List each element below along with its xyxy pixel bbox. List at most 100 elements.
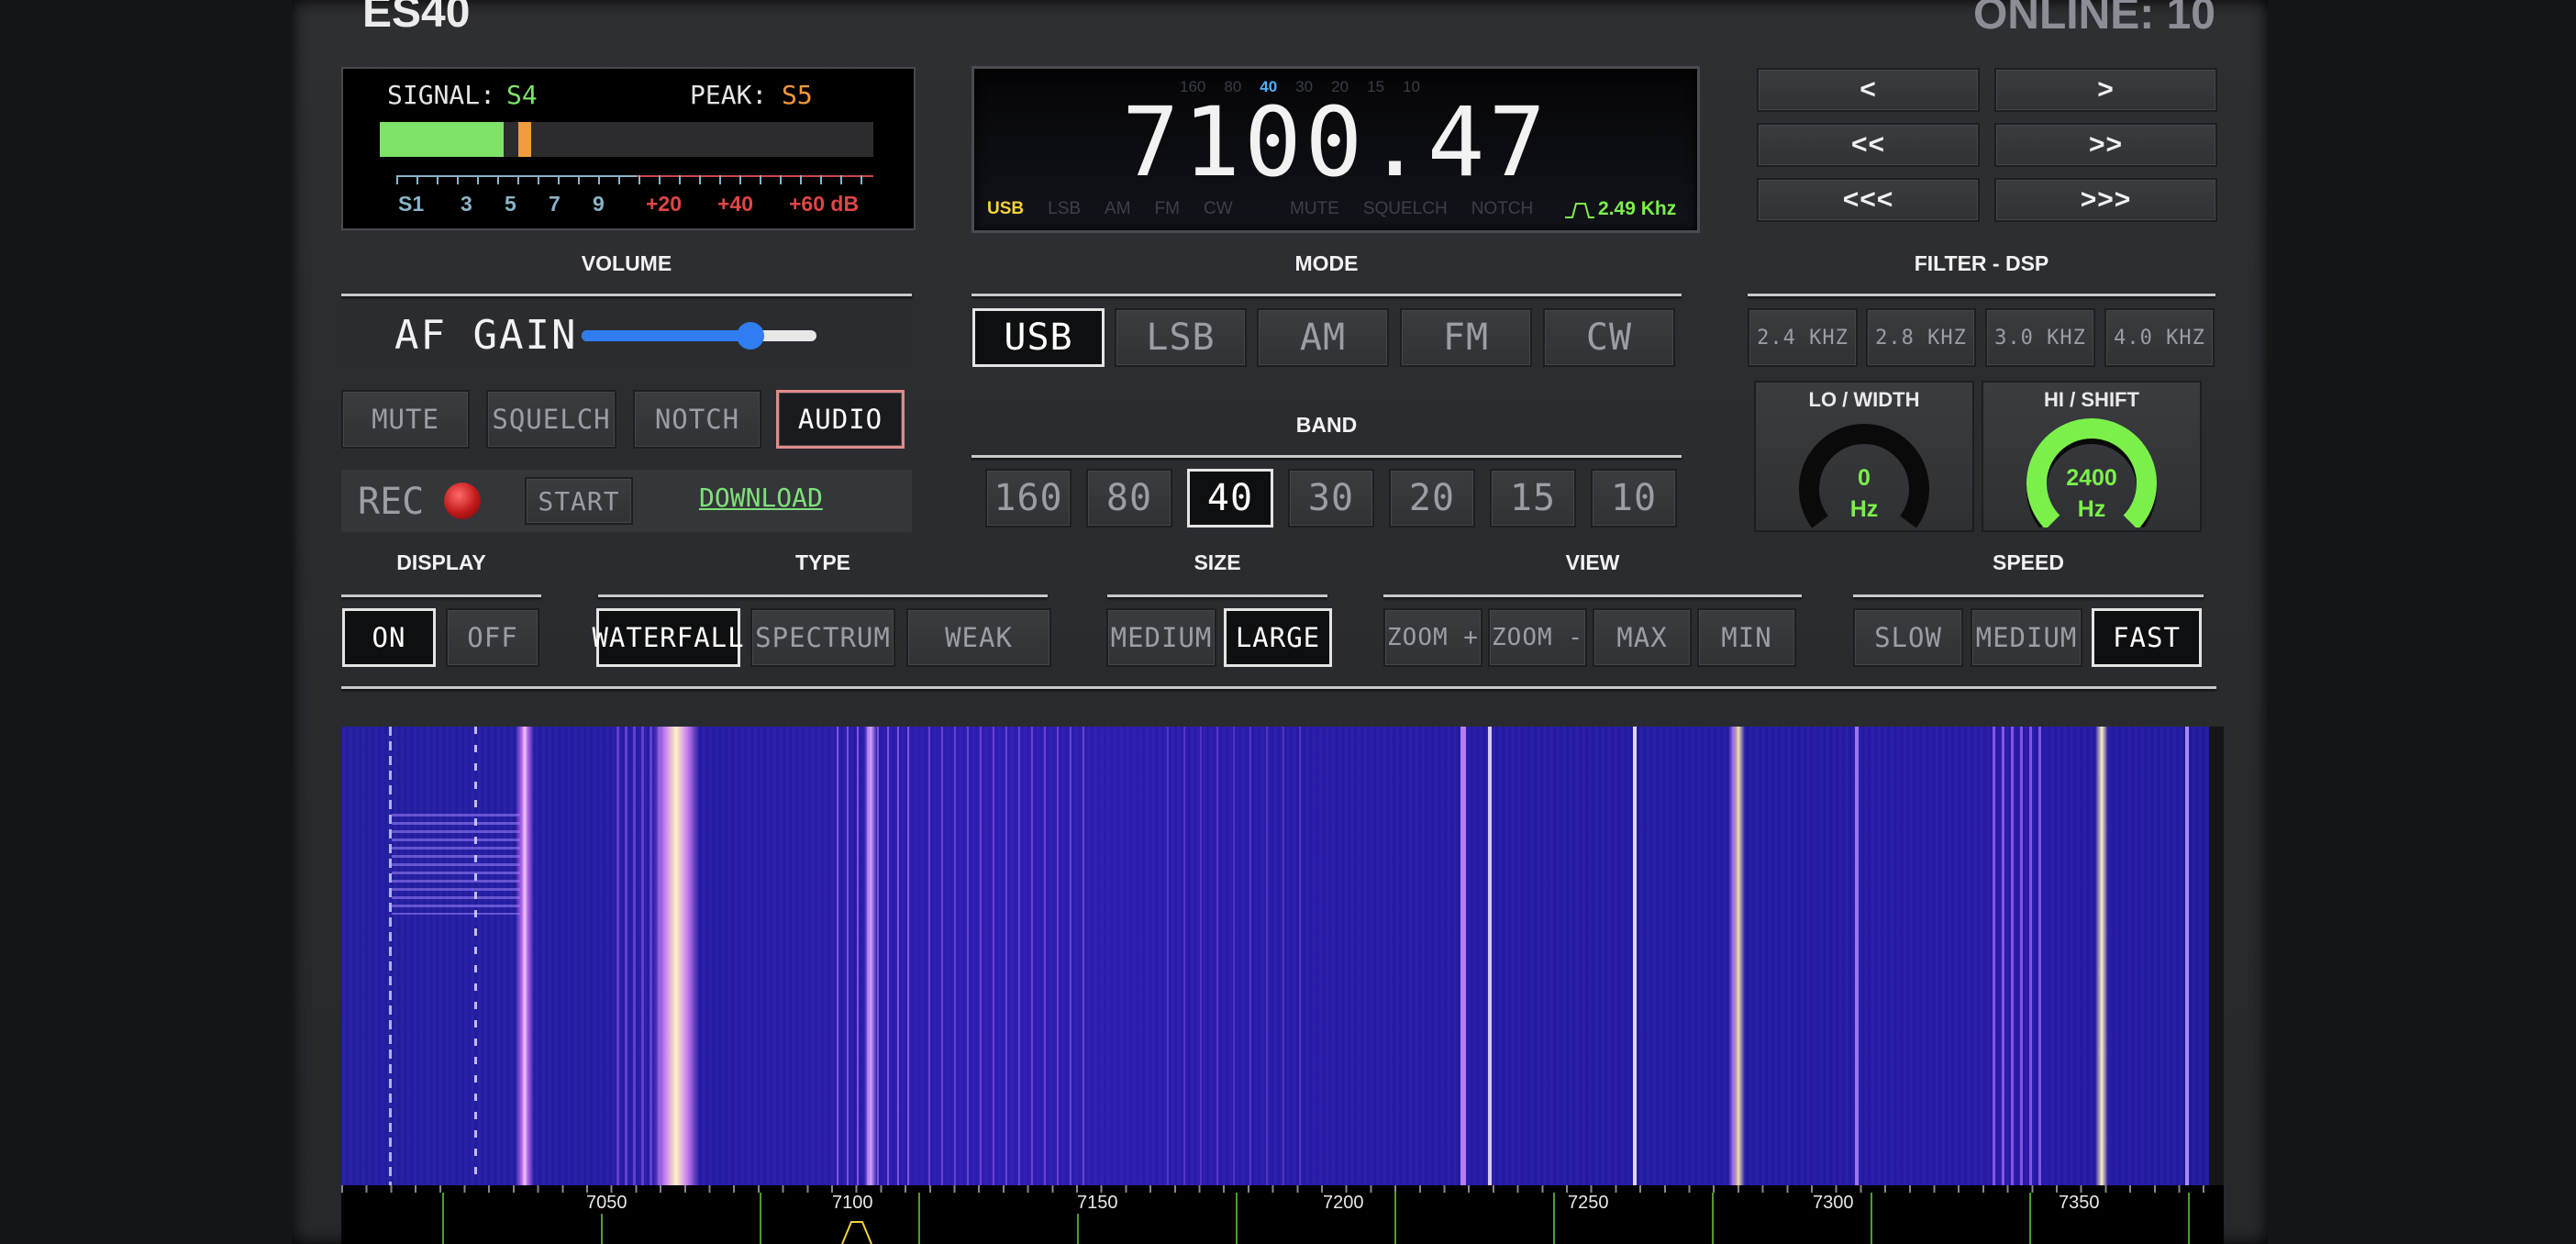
signal-cluster: [1167, 727, 1314, 1185]
flag-mini-notch: NOTCH: [1471, 199, 1534, 218]
signal-bar: [380, 122, 504, 157]
peak-value: S5: [782, 80, 813, 110]
type-weak-button[interactable]: WEAK: [906, 608, 1051, 667]
mode-mini-lsb: LSB: [1048, 199, 1082, 218]
carrier-trace: [474, 727, 477, 1185]
scale-ticks: [341, 1185, 2213, 1193]
frequency-scale[interactable]: 7050 7100 7150 7200 7250 7300 7350: [341, 1185, 2224, 1244]
strong-carrier: [2095, 727, 2108, 1185]
filter-shape-icon: [1565, 203, 1594, 218]
mode-usb-button[interactable]: USB: [972, 308, 1105, 367]
meter-ticks: [396, 175, 873, 184]
speed-fast-button[interactable]: FAST: [2092, 608, 2202, 667]
type-waterfall-button[interactable]: WATERFALL: [592, 608, 744, 667]
hi-shift-value: 2400: [2066, 465, 2117, 491]
waterfall-display[interactable]: [341, 727, 2224, 1185]
band-20-button[interactable]: 20: [1389, 469, 1475, 528]
tune-down-large-button[interactable]: <<<: [1757, 178, 1980, 222]
band-10-button[interactable]: 10: [1591, 469, 1677, 528]
mode-lsb-button[interactable]: LSB: [1115, 308, 1247, 367]
carrier-trace: [1633, 727, 1637, 1185]
band-160-button[interactable]: 160: [985, 469, 1071, 528]
tuning-marker-icon[interactable]: [838, 1213, 875, 1244]
peak-label: PEAK:: [690, 80, 768, 110]
speed-medium-button[interactable]: MEDIUM: [1971, 608, 2082, 667]
flag-mini-indicators: MUTE SQUELCH NOTCH: [1290, 199, 1533, 219]
tune-up-medium-button[interactable]: >>: [1994, 123, 2217, 167]
waterfall-divider: [341, 686, 2216, 689]
squelch-button[interactable]: SQUELCH: [486, 390, 616, 449]
filter-4-0-button[interactable]: 4.0 KHZ: [2104, 308, 2215, 367]
zoom-out-button[interactable]: ZOOM -: [1488, 608, 1587, 667]
s-meter: SIGNAL: S4 PEAK: S5 S1 3 5 7 9 +20 +40 +…: [341, 67, 916, 230]
strong-carrier: [1732, 727, 1745, 1185]
tune-up-large-button[interactable]: >>>: [1994, 178, 2217, 222]
meter-scale-20: +20: [646, 192, 683, 216]
scale-label-7250: 7250: [1566, 1193, 1611, 1214]
size-header: SIZE: [1194, 550, 1241, 574]
scale-label-7100: 7100: [830, 1193, 875, 1214]
carrier-trace: [1460, 727, 1466, 1185]
band-header: BAND: [1295, 413, 1358, 437]
size-large-button[interactable]: LARGE: [1224, 608, 1332, 667]
volume-divider: [341, 294, 912, 296]
scale-label-7300: 7300: [1811, 1193, 1856, 1214]
af-gain-thumb[interactable]: [737, 322, 765, 350]
download-link[interactable]: DOWNLOAD: [699, 483, 823, 513]
band-15-button[interactable]: 15: [1490, 469, 1576, 528]
hi-shift-control[interactable]: HI / SHIFT 2400 Hz: [1982, 381, 2202, 532]
signal-trace: [864, 727, 877, 1185]
zoom-in-button[interactable]: ZOOM +: [1383, 608, 1482, 667]
mode-am-button[interactable]: AM: [1257, 308, 1389, 367]
hi-shift-title: HI / SHIFT: [2044, 388, 2139, 411]
lo-width-control[interactable]: LO / WIDTH 0 Hz: [1754, 381, 1974, 532]
type-spectrum-button[interactable]: SPECTRUM: [750, 608, 895, 667]
mode-fm-button[interactable]: FM: [1400, 308, 1532, 367]
tune-down-small-button[interactable]: <: [1757, 68, 1980, 112]
type-divider: [598, 594, 1048, 597]
strong-signal: [653, 727, 699, 1185]
band-30-button[interactable]: 30: [1288, 469, 1374, 528]
display-off-button[interactable]: OFF: [446, 608, 539, 667]
station-title: ES40: [362, 0, 471, 37]
carrier-trace: [1488, 727, 1492, 1185]
filter-3-0-button[interactable]: 3.0 KHZ: [1985, 308, 2095, 367]
meter-scale-9: 9: [593, 192, 605, 216]
scale-label-7200: 7200: [1321, 1193, 1366, 1214]
meter-scale-60: +60 dB: [789, 192, 860, 216]
record-icon[interactable]: [444, 483, 481, 519]
mode-cw-button[interactable]: CW: [1543, 308, 1675, 367]
filter-2-8-button[interactable]: 2.8 KHZ: [1866, 308, 1976, 367]
view-min-button[interactable]: MIN: [1697, 608, 1796, 667]
mode-mini-cw: CW: [1203, 199, 1233, 218]
tune-down-medium-button[interactable]: <<: [1757, 123, 1980, 167]
band-40-button[interactable]: 40: [1187, 469, 1273, 528]
audio-button[interactable]: AUDIO: [776, 390, 905, 449]
band-80-button[interactable]: 80: [1086, 469, 1172, 528]
lo-width-unit: Hz: [1849, 496, 1879, 522]
af-gain-slider[interactable]: [582, 322, 816, 350]
speed-divider: [1853, 594, 2204, 597]
size-divider: [1107, 594, 1327, 597]
view-divider: [1383, 594, 1802, 597]
speed-header: SPEED: [1993, 550, 2064, 574]
notch-button[interactable]: NOTCH: [633, 390, 761, 449]
mode-mini-indicators: USB LSB AM FM CW: [987, 199, 1233, 219]
display-on-button[interactable]: ON: [342, 608, 436, 667]
signal-value: S4: [506, 80, 538, 110]
start-button[interactable]: START: [525, 477, 633, 525]
carrier-trace: [1855, 727, 1859, 1185]
display-divider: [341, 594, 541, 597]
view-max-button[interactable]: MAX: [1593, 608, 1692, 667]
filter-divider: [1748, 294, 2215, 296]
band-divider: [972, 455, 1682, 458]
waterfall-edge: [2209, 727, 2224, 1185]
speed-slow-button[interactable]: SLOW: [1853, 608, 1963, 667]
meter-scale-40: +40: [717, 192, 754, 216]
filter-2-4-button[interactable]: 2.4 KHZ: [1748, 308, 1858, 367]
mode-header: MODE: [1294, 251, 1359, 275]
volume-header: VOLUME: [581, 251, 672, 275]
size-medium-button[interactable]: MEDIUM: [1106, 608, 1216, 667]
tune-up-small-button[interactable]: >: [1994, 68, 2217, 112]
mute-button[interactable]: MUTE: [341, 390, 470, 449]
